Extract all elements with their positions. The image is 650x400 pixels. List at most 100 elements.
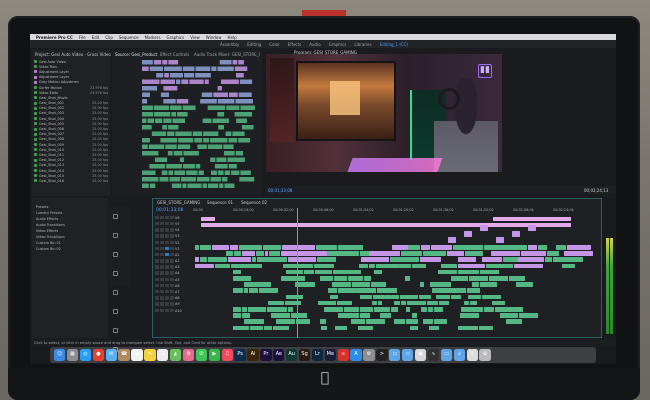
photos-icon[interactable]: ✿	[182, 349, 195, 361]
timeline-clip[interactable]	[271, 313, 291, 318]
track-toggle-icon[interactable]	[170, 302, 174, 306]
timeline-clip[interactable]	[369, 251, 401, 256]
track-header[interactable]: V4	[153, 227, 193, 232]
track-toggle-icon[interactable]	[160, 296, 164, 300]
timeline-clip[interactable]	[484, 307, 494, 312]
timeline-clip[interactable]	[337, 245, 363, 250]
timeline-ruler[interactable]: 00;00 00;00;16;00 00;00;32;00 00;00;48;00 00…	[193, 208, 599, 214]
timeline-clip[interactable]	[359, 307, 373, 312]
timeline-clip[interactable]	[360, 251, 369, 256]
track-toggle-icon[interactable]	[155, 290, 159, 294]
timeline-clip[interactable]	[195, 245, 200, 250]
menu-item[interactable]: Graphics	[167, 35, 185, 40]
timeline-clip[interactable]	[430, 282, 451, 287]
timeline-clip[interactable]	[286, 269, 303, 275]
timeline-clip[interactable]	[480, 269, 500, 275]
timeline-clip[interactable]	[501, 245, 528, 250]
timeline-clip[interactable]	[319, 319, 327, 324]
timeline-clip[interactable]	[358, 325, 373, 331]
timeline-clip[interactable]	[247, 307, 267, 312]
timeline-clip[interactable]	[294, 282, 315, 287]
workspace-tab[interactable]: Color	[269, 42, 279, 47]
calendar-icon[interactable]: ▤	[131, 349, 143, 361]
timeline-clip[interactable]	[316, 257, 324, 262]
timeline-clip[interactable]	[465, 251, 483, 256]
messages-icon[interactable]: ✆	[195, 349, 208, 361]
system-preferences-icon[interactable]: ⚙	[363, 349, 375, 361]
timeline-clip[interactable]	[321, 325, 328, 331]
timeline-clip[interactable]	[438, 300, 449, 306]
timeline-clip[interactable]	[421, 307, 428, 312]
timeline-clip[interactable]	[390, 257, 420, 262]
track-toggle-icon[interactable]	[155, 234, 159, 238]
playhead[interactable]	[296, 208, 298, 338]
notes-icon[interactable]: ✎	[144, 349, 156, 361]
timeline-clip[interactable]	[280, 276, 298, 281]
timeline-clip[interactable]	[373, 307, 391, 312]
timeline-clip[interactable]	[422, 319, 434, 324]
track-header[interactable]: V6	[153, 215, 193, 220]
timeline-clip[interactable]	[243, 288, 248, 293]
timeline-clip[interactable]	[233, 251, 241, 256]
track-header[interactable]: A4	[153, 271, 193, 276]
timeline-clip[interactable]	[365, 319, 386, 324]
timeline-clip[interactable]	[471, 269, 480, 275]
timeline-clip[interactable]	[201, 223, 571, 227]
track-toggle-icon[interactable]	[170, 308, 174, 312]
track-toggle-icon[interactable]	[155, 221, 159, 226]
timeline-clip[interactable]	[315, 245, 337, 250]
contacts-icon[interactable]: ☎	[118, 349, 130, 361]
timeline-clip[interactable]	[433, 319, 447, 324]
track-toggle-icon[interactable]	[155, 283, 159, 288]
timeline-clip[interactable]	[375, 263, 399, 269]
timeline-clip[interactable]	[433, 307, 444, 312]
timeline-clip[interactable]	[479, 282, 497, 287]
track-toggle-icon[interactable]	[165, 215, 169, 220]
timeline-clip[interactable]	[474, 294, 481, 300]
track-toggle-icon[interactable]	[170, 221, 174, 226]
timeline-clip[interactable]	[333, 276, 348, 281]
after-effects-icon[interactable]: Ae	[273, 349, 285, 361]
effects-folder[interactable]: Custom Bin 02	[32, 246, 108, 252]
illustrator-icon[interactable]: Ai	[247, 349, 259, 361]
track-header[interactable]: A8	[153, 295, 193, 300]
timeline-clip[interactable]	[458, 257, 476, 262]
menu-item[interactable]: Help	[228, 35, 237, 40]
timeline-clip[interactable]	[315, 269, 332, 275]
timeline-clip[interactable]	[469, 276, 489, 281]
track-toggle-icon[interactable]	[160, 215, 164, 220]
timeline-clip[interactable]	[404, 276, 411, 281]
timeline-clip[interactable]	[401, 300, 407, 306]
timeline-clip[interactable]	[377, 300, 382, 306]
timeline-clip[interactable]	[427, 307, 434, 312]
track-toggle-icon[interactable]	[170, 265, 174, 269]
track-toggle-icon[interactable]	[165, 259, 169, 263]
track-toggle-icon[interactable]	[155, 308, 159, 312]
track-header[interactable]: V5	[153, 221, 193, 226]
timeline-clip[interactable]	[488, 276, 508, 281]
timeline-clip[interactable]	[432, 288, 448, 293]
timeline-clip[interactable]	[544, 257, 552, 262]
track-header[interactable]: V3	[153, 234, 193, 239]
maps-icon[interactable]: ◭	[170, 349, 182, 361]
timeline-clip[interactable]	[371, 282, 386, 287]
timeline-clip[interactable]	[356, 288, 377, 293]
media-encoder-icon[interactable]: Me	[324, 349, 336, 361]
timeline-clip[interactable]	[241, 251, 256, 256]
track-header[interactable]: A7	[153, 289, 193, 294]
timeline-clip[interactable]	[508, 276, 526, 281]
timeline-clip[interactable]	[380, 313, 391, 318]
timeline-clip[interactable]	[297, 251, 327, 256]
timeline-clip[interactable]	[268, 251, 281, 256]
app-store-icon[interactable]: A	[350, 349, 362, 361]
timeline-clip[interactable]	[335, 325, 347, 331]
safari-icon[interactable]: ◎	[79, 349, 92, 361]
timeline-clip[interactable]	[413, 319, 418, 324]
timeline-clip[interactable]	[567, 245, 592, 250]
track-header[interactable]: A3	[153, 265, 193, 270]
timeline-clip[interactable]	[374, 269, 382, 275]
timeline-clip[interactable]	[492, 300, 506, 306]
downloads-icon[interactable]: ↓	[453, 349, 465, 361]
track-toggle-icon[interactable]	[160, 302, 164, 306]
ripple-edit-tool-icon[interactable]	[113, 252, 118, 257]
